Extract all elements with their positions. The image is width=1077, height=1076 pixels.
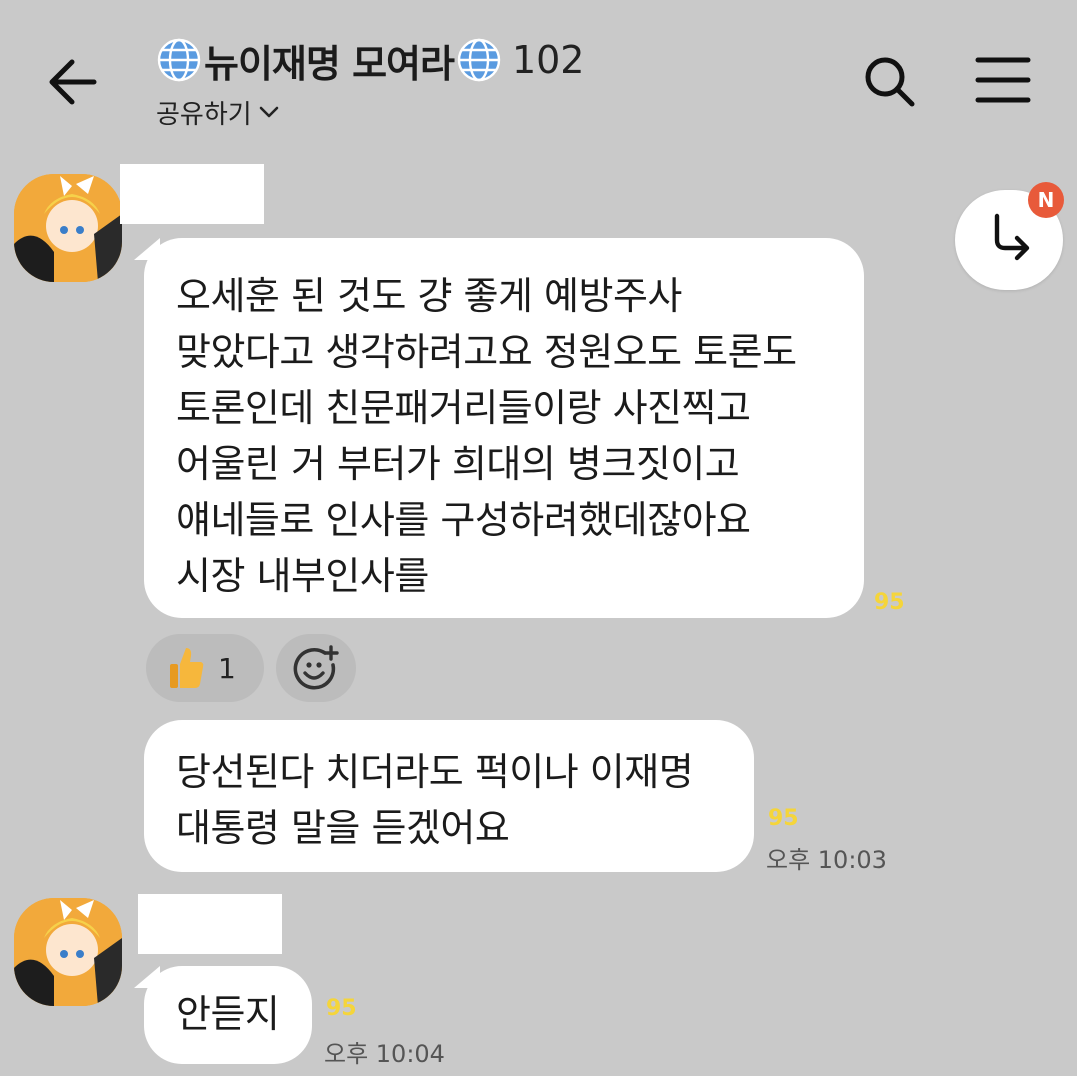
message-line: 어울린 거 부터가 희대의 병크짓이고 [176, 442, 740, 486]
share-dropdown[interactable]: 공유하기 [156, 92, 282, 132]
arrow-left-icon [49, 59, 97, 105]
message-line: 얘네들로 인사를 구성하려했데잖아요 [176, 498, 751, 542]
sender-name [120, 164, 264, 224]
chat-title: 뉴이재명 모여라 [204, 41, 455, 86]
search-button[interactable] [858, 50, 920, 112]
globe-icon [456, 37, 502, 83]
add-reaction-button[interactable] [276, 634, 356, 702]
avatar[interactable] [14, 898, 122, 1006]
message-bubble[interactable]: 오세훈 된 것도 걍 좋게 예방주사 맞았다고 생각하려고요 정원오도 토론도 … [144, 238, 864, 618]
reaction-count: 1 [218, 651, 236, 685]
message-line: 시장 내부인사를 [176, 554, 429, 598]
message-bubble[interactable]: 안듣지 [144, 966, 312, 1064]
message-line: 안듣지 [176, 992, 280, 1036]
unread-count: 95 [768, 806, 799, 831]
message-bubble[interactable]: 당선된다 치더라도 퍽이나 이재명 대통령 말을 듣겠어요 [144, 720, 754, 872]
search-icon [865, 57, 915, 107]
add-emoji-icon [293, 645, 339, 690]
hamburger-menu-icon [975, 57, 1031, 103]
reaction-thumbs-up[interactable]: 1 [146, 634, 264, 702]
share-label: 공유하기 [156, 99, 252, 130]
unread-count: 95 [326, 996, 357, 1021]
unread-count: 95 [874, 590, 905, 615]
new-badge: N [1028, 182, 1064, 218]
message-line: 대통령 말을 듣겠어요 [176, 806, 510, 850]
message-line: 맞았다고 생각하려고요 정원오도 토론도 [176, 330, 797, 374]
back-button[interactable] [38, 44, 114, 120]
thumbs-up-icon [170, 648, 204, 688]
globe-icon [156, 37, 202, 83]
chat-title-row: 뉴이재명 모여라 102 [156, 30, 584, 90]
sender-name [138, 894, 282, 954]
message-time: 오후 10:03 [766, 846, 887, 874]
message-line: 토론인데 친문패거리들이랑 사진찍고 [176, 386, 751, 430]
menu-button[interactable] [972, 52, 1034, 108]
profile-image [14, 174, 122, 282]
avatar[interactable] [14, 174, 122, 282]
message-line: 오세훈 된 것도 걍 좋게 예방주사 [176, 274, 682, 318]
chevron-down-icon [259, 106, 278, 118]
profile-image [14, 898, 122, 1006]
message-time: 오후 10:04 [324, 1040, 445, 1068]
member-count: 102 [511, 38, 585, 82]
message-line: 당선된다 치더라도 퍽이나 이재명 [176, 750, 694, 794]
